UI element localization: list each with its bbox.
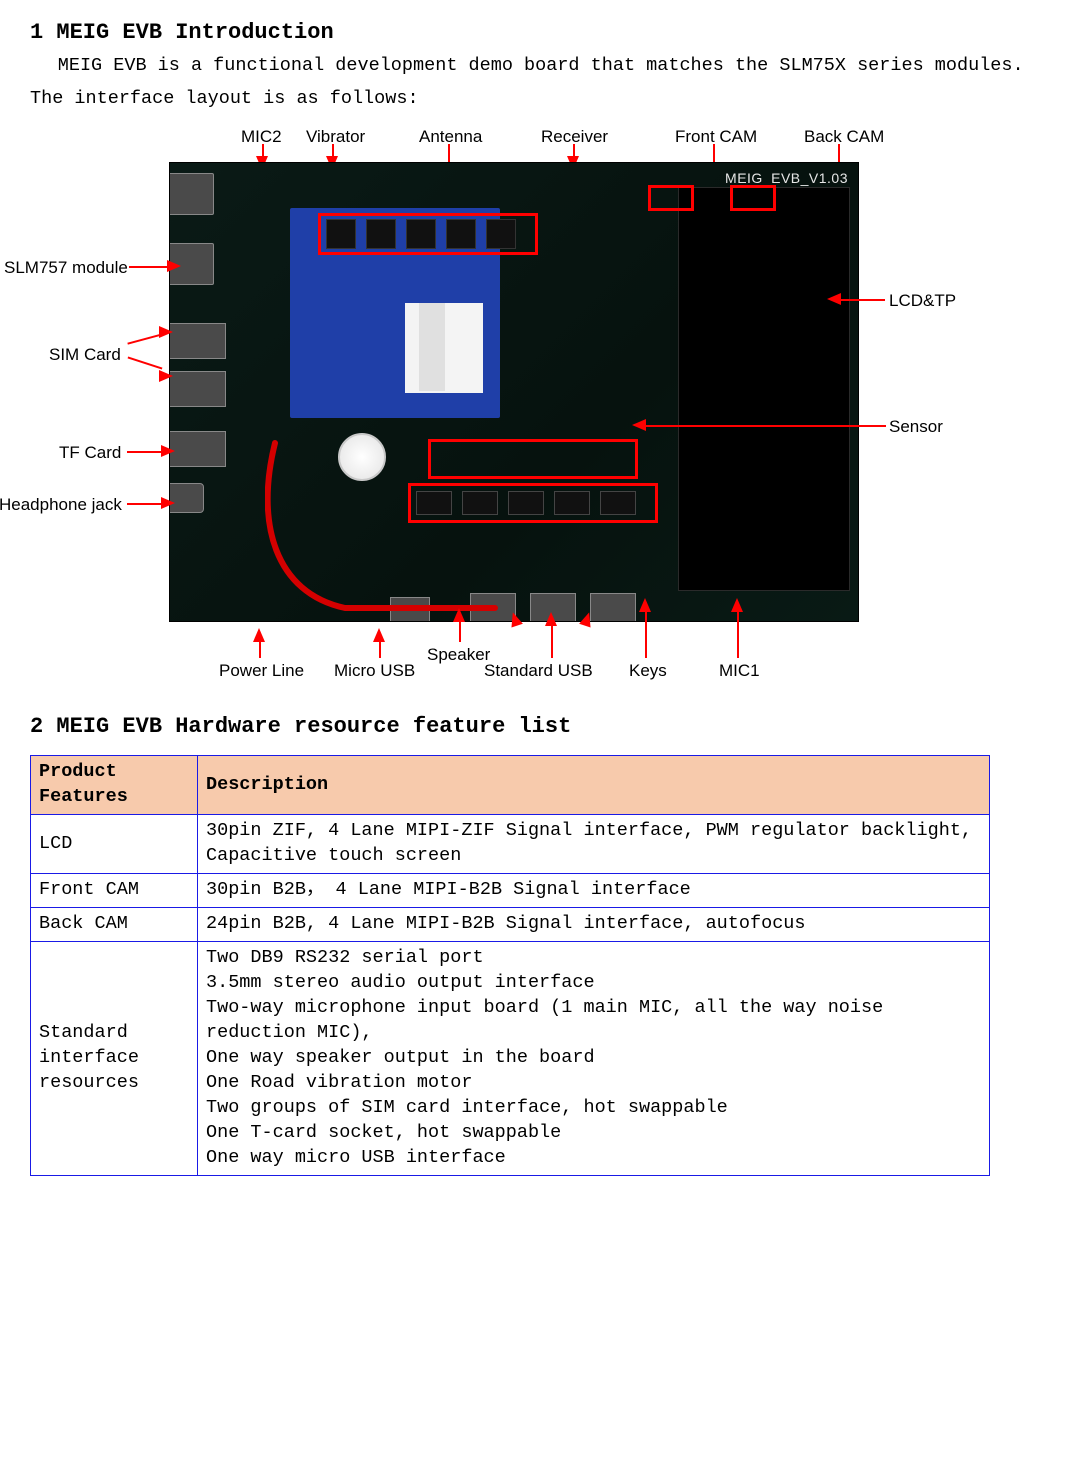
arrow-right-icon xyxy=(167,260,181,272)
board-area: MEIG_EVB_V1.03 xyxy=(109,162,969,642)
top-labels: MIC2 Vibrator Antenna Receiver Front CAM… xyxy=(109,120,969,162)
arrow-stem xyxy=(128,356,163,369)
label-slm757: SLM757 module xyxy=(4,257,128,280)
table-row: Back CAM 24pin B2B, 4 Lane MIPI-B2B Sign… xyxy=(31,908,990,942)
label-lcdtp: LCD&TP xyxy=(889,290,956,313)
table-row: Front CAM 30pin B2B， 4 Lane MIPI-B2B Sig… xyxy=(31,874,990,908)
rf xyxy=(326,219,356,249)
label-keys: Keys xyxy=(629,660,667,683)
arrow-right-icon xyxy=(161,445,175,457)
cell-feature: Standard interface resources xyxy=(31,942,198,1176)
label-back-cam: Back CAM xyxy=(804,126,884,149)
intro-line-1: MEIG EVB is a functional development dem… xyxy=(30,54,1048,79)
pcb: MEIG_EVB_V1.03 xyxy=(169,162,859,622)
label-power-line: Power Line xyxy=(219,660,304,683)
label-speaker: Speaker xyxy=(427,644,490,667)
label-headphone: Headphone jack xyxy=(0,494,122,517)
rf xyxy=(486,219,516,249)
label-micro-usb: Micro USB xyxy=(334,660,415,683)
arrow-stem xyxy=(645,610,647,658)
arrow-stem xyxy=(839,299,885,301)
arrow-stem xyxy=(379,640,381,658)
cell-desc: Two DB9 RS232 serial port 3.5mm stereo a… xyxy=(198,942,990,1176)
arrow-stem xyxy=(129,266,169,268)
usb-a-3 xyxy=(590,593,636,622)
board-diagram: MIC2 Vibrator Antenna Receiver Front CAM… xyxy=(109,120,969,684)
label-antenna: Antenna xyxy=(419,126,482,149)
arrow-stem xyxy=(127,333,162,344)
label-vibrator: Vibrator xyxy=(306,126,365,149)
label-sim: SIM Card xyxy=(49,344,121,367)
arrow-right-icon xyxy=(159,326,173,338)
key xyxy=(416,491,452,515)
feature-table: Product Features Description LCD 30pin Z… xyxy=(30,755,990,1176)
cell-feature: LCD xyxy=(31,815,198,874)
label-tf: TF Card xyxy=(59,442,121,465)
arrow-stem xyxy=(127,451,163,453)
back-cam-conn xyxy=(730,185,776,211)
tf-slot xyxy=(169,431,226,467)
key xyxy=(462,491,498,515)
front-cam-conn xyxy=(648,185,694,211)
section-1-heading: 1 MEIG EVB Introduction xyxy=(30,18,1048,48)
label-sensor: Sensor xyxy=(889,416,943,439)
arrow-stem xyxy=(551,624,553,658)
cell-desc: 30pin B2B， 4 Lane MIPI-B2B Signal interf… xyxy=(198,874,990,908)
label-standard-usb: Standard USB xyxy=(484,660,593,683)
lcd-panel xyxy=(678,187,850,591)
cell-feature: Back CAM xyxy=(31,908,198,942)
arrow-stem xyxy=(259,640,261,658)
key xyxy=(508,491,544,515)
th-features: Product Features xyxy=(31,756,198,815)
label-front-cam: Front CAM xyxy=(675,126,757,149)
bottom-labels: Power Line Micro USB Speaker Standard US… xyxy=(109,642,969,684)
arrow-left-icon xyxy=(632,419,646,431)
rf xyxy=(406,219,436,249)
sim-slot-1 xyxy=(169,323,226,359)
key xyxy=(600,491,636,515)
sensor-highlight xyxy=(428,439,638,479)
table-row: Standard interface resources Two DB9 RS2… xyxy=(31,942,990,1176)
micro-usb xyxy=(390,597,430,622)
intro-line-2: The interface layout is as follows: xyxy=(30,87,1048,112)
cell-feature: Front CAM xyxy=(31,874,198,908)
arrow-stem xyxy=(644,425,886,427)
coin-cell xyxy=(338,433,386,481)
cell-desc: 30pin ZIF, 4 Lane MIPI-ZIF Signal interf… xyxy=(198,815,990,874)
arrow-right-icon xyxy=(159,370,173,382)
db9-1 xyxy=(169,173,214,215)
table-row: LCD 30pin ZIF, 4 Lane MIPI-ZIF Signal in… xyxy=(31,815,990,874)
label-mic1: MIC1 xyxy=(719,660,760,683)
table-header-row: Product Features Description xyxy=(31,756,990,815)
cell-desc: 24pin B2B, 4 Lane MIPI-B2B Signal interf… xyxy=(198,908,990,942)
arrow-stem xyxy=(737,610,739,658)
section-2-heading: 2 MEIG EVB Hardware resource feature lis… xyxy=(30,712,1048,742)
arrow-left-icon xyxy=(827,293,841,305)
arrow-right-icon xyxy=(161,497,175,509)
rf xyxy=(446,219,476,249)
arrow-stem xyxy=(459,620,461,642)
sim-slot-2 xyxy=(169,371,226,407)
module-label xyxy=(419,303,445,391)
arrow-stem xyxy=(127,503,163,505)
th-description: Description xyxy=(198,756,990,815)
rf xyxy=(366,219,396,249)
key xyxy=(554,491,590,515)
